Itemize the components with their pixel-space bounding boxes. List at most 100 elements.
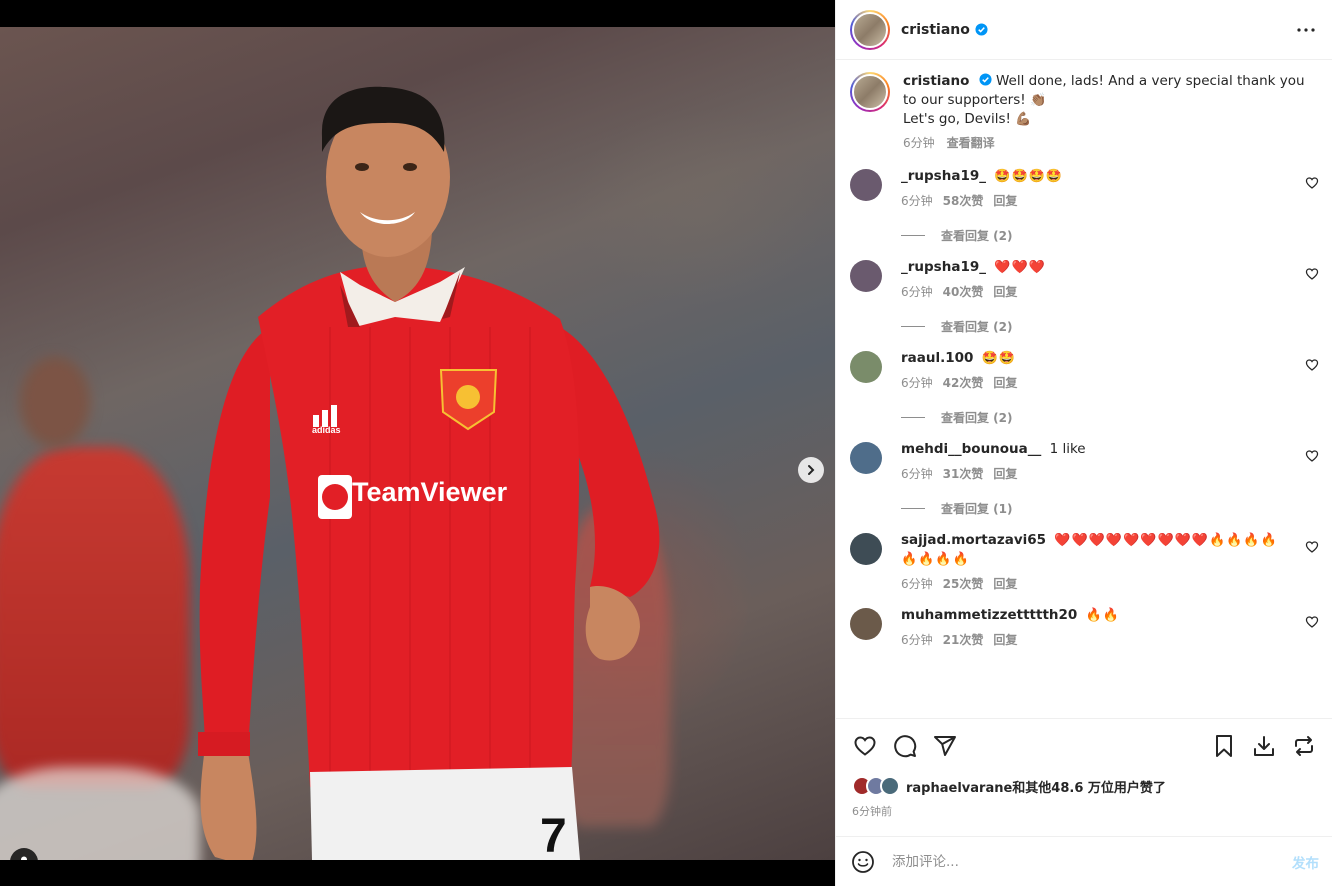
view-replies-button[interactable]: 查看回复 (2) bbox=[901, 409, 1319, 426]
commenter-avatar[interactable] bbox=[850, 608, 882, 640]
comment-item: _rupsha19_ ❤️❤️❤️ 6分钟 40次赞 回复 查看回复 (2) bbox=[850, 258, 1319, 335]
action-bar bbox=[836, 719, 1332, 773]
post-caption: cristiano Well done, lads! And a very sp… bbox=[850, 60, 1319, 153]
view-replies-label: 查看回复 (2) bbox=[941, 320, 1013, 334]
comment-row: _rupsha19_ ❤️❤️❤️ 6分钟 40次赞 回复 bbox=[850, 258, 1319, 300]
comment-heart-icon[interactable] bbox=[1305, 449, 1319, 463]
comment-like-count[interactable]: 25次赞 bbox=[943, 575, 984, 592]
paper-plane-icon bbox=[934, 736, 956, 756]
comment-like-count[interactable]: 31次赞 bbox=[943, 465, 984, 482]
comment-text: 🔥🔥 bbox=[1085, 608, 1120, 623]
divider bbox=[901, 508, 925, 509]
view-replies-label: 查看回复 (2) bbox=[941, 411, 1013, 425]
divider bbox=[901, 235, 925, 236]
verified-badge-icon bbox=[975, 23, 988, 36]
reply-button[interactable]: 回复 bbox=[993, 192, 1017, 209]
caption-time: 6分钟 bbox=[903, 136, 935, 150]
emoji-picker-button[interactable] bbox=[850, 849, 876, 875]
comment-item: sajjad.mortazavi65 ❤️❤️❤️❤️❤️❤️❤️❤️❤️🔥🔥🔥… bbox=[850, 531, 1319, 592]
view-replies-label: 查看回复 (2) bbox=[941, 229, 1013, 243]
clap-emoji: 👏🏽 bbox=[1029, 93, 1048, 108]
comment-input[interactable] bbox=[892, 853, 1262, 870]
comments-list[interactable]: cristiano Well done, lads! And a very sp… bbox=[836, 60, 1332, 718]
comment-text: ❤️❤️❤️ bbox=[994, 260, 1046, 275]
commenter-avatar[interactable] bbox=[850, 169, 882, 201]
commenter-username[interactable]: raaul.100 bbox=[901, 350, 973, 366]
comment-row: raaul.100 🤩🤩 6分钟 42次赞 回复 bbox=[850, 349, 1319, 391]
post-photo[interactable]: 7 adidas TeamViewer bbox=[0, 27, 835, 860]
comment-heart-icon[interactable] bbox=[1305, 267, 1319, 281]
reply-button[interactable]: 回复 bbox=[993, 283, 1017, 300]
comment-item: muhammetizzettttth20 🔥🔥 6分钟 21次赞 回复 bbox=[850, 606, 1319, 648]
divider bbox=[901, 417, 925, 418]
comment-heart-icon[interactable] bbox=[1305, 540, 1319, 554]
commenter-username[interactable]: muhammetizzettttth20 bbox=[901, 607, 1077, 623]
comment-row: _rupsha19_ 🤩🤩🤩🤩 6分钟 58次赞 回复 bbox=[850, 167, 1319, 209]
verified-badge-icon bbox=[979, 73, 992, 86]
comment-row: mehdi__bounoua__ 1 like 6分钟 31次赞 回复 bbox=[850, 440, 1319, 482]
share-button[interactable] bbox=[930, 731, 960, 761]
view-replies-button[interactable]: 查看回复 (2) bbox=[901, 227, 1319, 244]
caption-author[interactable]: cristiano bbox=[903, 73, 969, 89]
comment-heart-icon[interactable] bbox=[1305, 176, 1319, 190]
commenter-username[interactable]: sajjad.mortazavi65 bbox=[901, 532, 1046, 548]
post-time: 6分钟前 bbox=[852, 805, 892, 818]
likes-count-text[interactable]: 和其他48.6 万位用户赞了 bbox=[1012, 781, 1166, 796]
comment-bubble-icon bbox=[894, 735, 917, 758]
divider bbox=[901, 326, 925, 327]
comment-text: 🤩🤩🤩🤩 bbox=[994, 169, 1064, 184]
svg-text:adidas: adidas bbox=[312, 425, 341, 435]
comment-heart-icon[interactable] bbox=[1305, 615, 1319, 629]
bookmark-icon bbox=[1216, 735, 1232, 757]
repost-button[interactable] bbox=[1289, 731, 1319, 761]
comment-like-count[interactable]: 58次赞 bbox=[943, 192, 984, 209]
comment-item: raaul.100 🤩🤩 6分钟 42次赞 回复 查看回复 (2) bbox=[850, 349, 1319, 426]
post-actions-section: raphaelvarane和其他48.6 万位用户赞了 6分钟前 bbox=[836, 718, 1332, 819]
smiley-icon bbox=[852, 850, 874, 873]
commenter-avatar[interactable] bbox=[850, 351, 882, 383]
download-icon bbox=[1254, 736, 1274, 756]
more-options-button[interactable] bbox=[1294, 18, 1318, 42]
comment-time: 6分钟 bbox=[901, 467, 933, 481]
view-replies-button[interactable]: 查看回复 (1) bbox=[901, 500, 1319, 517]
user-tag-icon bbox=[21, 856, 27, 860]
svg-text:TeamViewer: TeamViewer bbox=[352, 477, 508, 507]
comment-like-count[interactable]: 21次赞 bbox=[943, 631, 984, 648]
like-button[interactable] bbox=[850, 731, 880, 761]
comment-heart-icon[interactable] bbox=[1305, 358, 1319, 372]
liker-avatars bbox=[852, 776, 900, 796]
download-button[interactable] bbox=[1249, 731, 1279, 761]
reply-button[interactable]: 回复 bbox=[993, 465, 1017, 482]
next-image-button[interactable] bbox=[798, 457, 824, 483]
reply-button[interactable]: 回复 bbox=[993, 575, 1017, 592]
reply-button[interactable]: 回复 bbox=[993, 374, 1017, 391]
comment-item: _rupsha19_ 🤩🤩🤩🤩 6分钟 58次赞 回复 查看回复 (2) bbox=[850, 167, 1319, 244]
see-translation-link[interactable]: 查看翻译 bbox=[947, 134, 995, 153]
commenter-avatar[interactable] bbox=[850, 533, 882, 565]
commenter-username[interactable]: mehdi__bounoua__ bbox=[901, 441, 1041, 457]
post-side-panel: cristiano cristiano Well done, lads! And… bbox=[835, 0, 1332, 886]
save-button[interactable] bbox=[1209, 731, 1239, 761]
view-replies-button[interactable]: 查看回复 (2) bbox=[901, 318, 1319, 335]
repost-icon bbox=[1295, 736, 1313, 756]
author-avatar[interactable] bbox=[850, 9, 890, 50]
commenter-avatar[interactable] bbox=[850, 442, 882, 474]
commenter-username[interactable]: _rupsha19_ bbox=[901, 259, 986, 275]
chevron-right-icon bbox=[808, 465, 815, 475]
commenter-username[interactable]: _rupsha19_ bbox=[901, 168, 986, 184]
caption-author-avatar[interactable] bbox=[850, 72, 890, 112]
commenter-avatar[interactable] bbox=[850, 260, 882, 292]
comment-like-count[interactable]: 42次赞 bbox=[943, 374, 984, 391]
comment-text: 1 like bbox=[1049, 441, 1086, 457]
svg-text:7: 7 bbox=[540, 810, 567, 860]
comment-time: 6分钟 bbox=[901, 376, 933, 390]
add-comment-bar: 发布 bbox=[836, 836, 1332, 886]
comment-like-count[interactable]: 40次赞 bbox=[943, 283, 984, 300]
reply-button[interactable]: 回复 bbox=[993, 631, 1017, 648]
liker-username[interactable]: raphaelvarane bbox=[906, 781, 1012, 796]
comment-button[interactable] bbox=[890, 731, 920, 761]
comment-row: muhammetizzettttth20 🔥🔥 6分钟 21次赞 回复 bbox=[850, 606, 1319, 648]
player-figure: 7 adidas TeamViewer bbox=[198, 86, 660, 860]
post-comment-button[interactable]: 发布 bbox=[1292, 852, 1319, 872]
author-username[interactable]: cristiano bbox=[901, 22, 970, 38]
